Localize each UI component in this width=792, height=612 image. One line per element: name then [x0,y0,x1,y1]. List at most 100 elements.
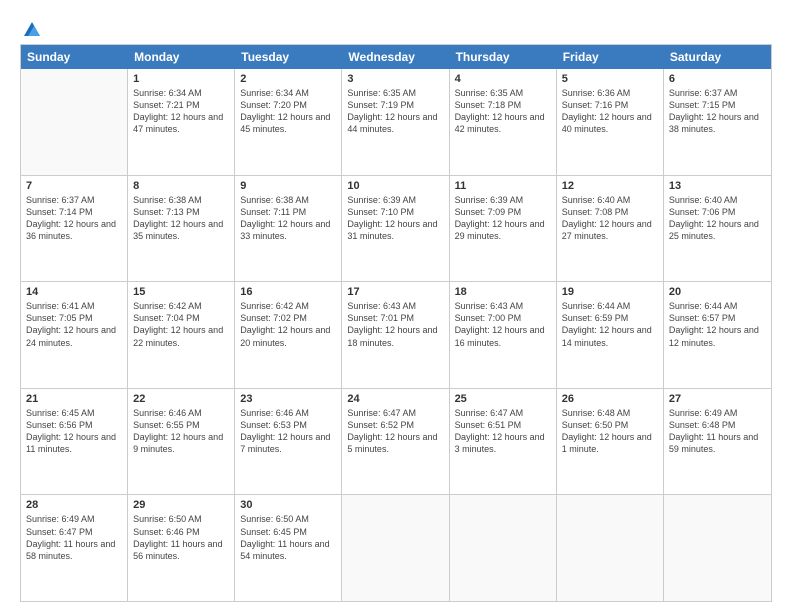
calendar-cell: 28Sunrise: 6:49 AM Sunset: 6:47 PM Dayli… [21,495,128,601]
calendar-cell: 10 Sunrise: 6:39 AM Sunset: 7:10 PM Dayli… [342,176,449,282]
calendar-cell: 3Sunrise: 6:35 AM Sunset: 7:19 PM Daylig… [342,69,449,175]
day-info: Sunrise: 6:34 AM Sunset: 7:20 PM Dayligh… [240,87,336,136]
day-number: 10 [347,180,443,192]
day-number: 11 [455,180,551,192]
day-info: Sunrise: 6:44 AM Sunset: 6:59 PM Dayligh… [562,300,658,349]
calendar-row: 21 Sunrise: 6:45 AM Sunset: 6:56 PM Dayli… [21,389,771,496]
day-info: Sunrise: 6:44 AM Sunset: 6:57 PM Dayligh… [669,300,766,349]
calendar-cell: 9Sunrise: 6:38 AM Sunset: 7:11 PM Daylig… [235,176,342,282]
day-number: 25 [455,393,551,405]
day-number: 6 [669,73,766,85]
calendar-cell: 5 Sunrise: 6:36 AM Sunset: 7:16 PM Daylig… [557,69,664,175]
day-number: 24 [347,393,443,405]
day-number: 13 [669,180,766,192]
calendar-cell [557,495,664,601]
day-info: Sunrise: 6:45 AM Sunset: 6:56 PM Dayligh… [26,407,122,456]
calendar-cell: 25 Sunrise: 6:47 AM Sunset: 6:51 PM Dayli… [450,389,557,495]
calendar-cell: 22 Sunrise: 6:46 AM Sunset: 6:55 PM Dayli… [128,389,235,495]
day-number: 16 [240,286,336,298]
day-number: 22 [133,393,229,405]
day-info: Sunrise: 6:47 AM Sunset: 6:52 PM Dayligh… [347,407,443,456]
day-of-week-header: Friday [557,45,664,69]
day-of-week-header: Tuesday [235,45,342,69]
calendar-cell: 27 Sunrise: 6:49 AM Sunset: 6:48 PM Dayli… [664,389,771,495]
calendar-cell: 18Sunrise: 6:43 AM Sunset: 7:00 PM Dayli… [450,282,557,388]
day-info: Sunrise: 6:41 AM Sunset: 7:05 PM Dayligh… [26,300,122,349]
day-number: 4 [455,73,551,85]
calendar-cell: 1Sunrise: 6:34 AM Sunset: 7:21 PM Daylig… [128,69,235,175]
day-number: 7 [26,180,122,192]
day-of-week-header: Monday [128,45,235,69]
day-number: 20 [669,286,766,298]
day-number: 27 [669,393,766,405]
calendar-row: 14 Sunrise: 6:41 AM Sunset: 7:05 PM Dayli… [21,282,771,389]
calendar-cell: 6 Sunrise: 6:37 AM Sunset: 7:15 PM Daylig… [664,69,771,175]
calendar-cell: 21 Sunrise: 6:45 AM Sunset: 6:56 PM Dayli… [21,389,128,495]
day-info: Sunrise: 6:50 AM Sunset: 6:46 PM Dayligh… [133,513,229,562]
day-of-week-header: Thursday [450,45,557,69]
calendar-cell: 7Sunrise: 6:37 AM Sunset: 7:14 PM Daylig… [21,176,128,282]
day-info: Sunrise: 6:43 AM Sunset: 7:01 PM Dayligh… [347,300,443,349]
day-info: Sunrise: 6:34 AM Sunset: 7:21 PM Dayligh… [133,87,229,136]
day-info: Sunrise: 6:35 AM Sunset: 7:19 PM Dayligh… [347,87,443,136]
day-number: 5 [562,73,658,85]
calendar-cell: 14 Sunrise: 6:41 AM Sunset: 7:05 PM Dayli… [21,282,128,388]
calendar-cell: 13 Sunrise: 6:40 AM Sunset: 7:06 PM Dayli… [664,176,771,282]
calendar-cell: 8 Sunrise: 6:38 AM Sunset: 7:13 PM Daylig… [128,176,235,282]
day-info: Sunrise: 6:35 AM Sunset: 7:18 PM Dayligh… [455,87,551,136]
day-number: 15 [133,286,229,298]
calendar-cell [664,495,771,601]
day-info: Sunrise: 6:42 AM Sunset: 7:04 PM Dayligh… [133,300,229,349]
calendar-cell: 4 Sunrise: 6:35 AM Sunset: 7:18 PM Daylig… [450,69,557,175]
day-info: Sunrise: 6:39 AM Sunset: 7:10 PM Dayligh… [347,194,443,243]
day-number: 17 [347,286,443,298]
calendar-cell [21,69,128,175]
day-info: Sunrise: 6:37 AM Sunset: 7:15 PM Dayligh… [669,87,766,136]
calendar-cell: 26 Sunrise: 6:48 AM Sunset: 6:50 PM Dayli… [557,389,664,495]
calendar-cell [450,495,557,601]
day-number: 9 [240,180,336,192]
calendar-cell [342,495,449,601]
logo-text [20,18,42,38]
calendar-cell: 29 Sunrise: 6:50 AM Sunset: 6:46 PM Dayli… [128,495,235,601]
day-info: Sunrise: 6:49 AM Sunset: 6:48 PM Dayligh… [669,407,766,456]
page: SundayMondayTuesdayWednesdayThursdayFrid… [0,0,792,612]
day-number: 14 [26,286,122,298]
calendar-body: 1Sunrise: 6:34 AM Sunset: 7:21 PM Daylig… [21,69,771,601]
day-number: 28 [26,499,122,511]
calendar-cell: 11 Sunrise: 6:39 AM Sunset: 7:09 PM Dayli… [450,176,557,282]
logo [20,18,42,34]
calendar-cell: 16Sunrise: 6:42 AM Sunset: 7:02 PM Dayli… [235,282,342,388]
day-number: 30 [240,499,336,511]
day-info: Sunrise: 6:40 AM Sunset: 7:06 PM Dayligh… [669,194,766,243]
day-number: 19 [562,286,658,298]
day-info: Sunrise: 6:46 AM Sunset: 6:53 PM Dayligh… [240,407,336,456]
header [20,18,772,34]
calendar-cell: 23 Sunrise: 6:46 AM Sunset: 6:53 PM Dayli… [235,389,342,495]
day-info: Sunrise: 6:46 AM Sunset: 6:55 PM Dayligh… [133,407,229,456]
day-number: 29 [133,499,229,511]
calendar-cell: 17 Sunrise: 6:43 AM Sunset: 7:01 PM Dayli… [342,282,449,388]
day-of-week-header: Sunday [21,45,128,69]
day-info: Sunrise: 6:36 AM Sunset: 7:16 PM Dayligh… [562,87,658,136]
day-info: Sunrise: 6:50 AM Sunset: 6:45 PM Dayligh… [240,513,336,562]
day-info: Sunrise: 6:39 AM Sunset: 7:09 PM Dayligh… [455,194,551,243]
day-of-week-header: Saturday [664,45,771,69]
calendar-cell: 24 Sunrise: 6:47 AM Sunset: 6:52 PM Dayli… [342,389,449,495]
calendar-cell: 2 Sunrise: 6:34 AM Sunset: 7:20 PM Daylig… [235,69,342,175]
day-info: Sunrise: 6:48 AM Sunset: 6:50 PM Dayligh… [562,407,658,456]
day-number: 26 [562,393,658,405]
calendar-cell: 15 Sunrise: 6:42 AM Sunset: 7:04 PM Dayli… [128,282,235,388]
day-number: 23 [240,393,336,405]
day-number: 21 [26,393,122,405]
calendar-row: 28Sunrise: 6:49 AM Sunset: 6:47 PM Dayli… [21,495,771,601]
day-number: 12 [562,180,658,192]
day-number: 8 [133,180,229,192]
calendar-cell: 20 Sunrise: 6:44 AM Sunset: 6:57 PM Dayli… [664,282,771,388]
day-info: Sunrise: 6:43 AM Sunset: 7:00 PM Dayligh… [455,300,551,349]
calendar: SundayMondayTuesdayWednesdayThursdayFrid… [20,44,772,602]
day-number: 2 [240,73,336,85]
day-info: Sunrise: 6:47 AM Sunset: 6:51 PM Dayligh… [455,407,551,456]
day-info: Sunrise: 6:38 AM Sunset: 7:13 PM Dayligh… [133,194,229,243]
calendar-header: SundayMondayTuesdayWednesdayThursdayFrid… [21,45,771,69]
